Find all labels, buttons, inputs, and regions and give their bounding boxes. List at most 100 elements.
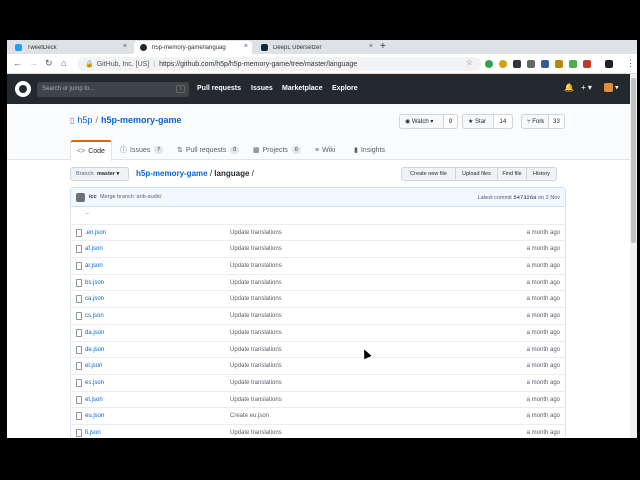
history-button[interactable]: History	[526, 167, 557, 181]
create-new-file-button[interactable]: Create new file	[401, 167, 456, 181]
extension-icon[interactable]	[555, 60, 563, 68]
parent-dir-link[interactable]: ..	[85, 209, 89, 216]
file-commit-message[interactable]: Update translations	[230, 330, 282, 336]
file-name-link[interactable]: .en.json	[85, 230, 106, 236]
watch-button[interactable]: ◉ Watch ▾	[399, 114, 444, 129]
tab-code[interactable]: <> Code	[70, 140, 112, 161]
extension-icon[interactable]	[569, 60, 577, 68]
file-name-link[interactable]: et.json	[85, 397, 103, 403]
commit-message[interactable]: Merge branch 'anb-audio'	[100, 194, 162, 200]
tab-issues[interactable]: ⓘ Issues 7	[120, 140, 164, 160]
file-name-link[interactable]: ca.json	[85, 296, 104, 302]
fork-button[interactable]: ⑂ Fork	[521, 114, 549, 129]
file-commit-message[interactable]: Update translations	[230, 246, 282, 252]
watch-count[interactable]: 9	[444, 114, 458, 129]
table-row[interactable]: cs.json Update translations a month ago	[71, 307, 565, 324]
file-name-link[interactable]: fi.json	[85, 430, 101, 436]
table-row[interactable]: es.json Update translations a month ago	[71, 373, 565, 391]
table-row-parent[interactable]: ..	[71, 207, 565, 224]
extension-icon[interactable]	[541, 60, 549, 68]
nav-pull-requests[interactable]: Pull requests	[197, 85, 241, 92]
nav-explore[interactable]: Explore	[332, 85, 358, 92]
repo-owner-link[interactable]: h5p	[77, 115, 92, 125]
table-row[interactable]: .en.json Update translations a month ago	[71, 223, 565, 241]
table-row[interactable]: el.json Update translations a month ago	[71, 357, 565, 374]
book-icon: ≡	[315, 146, 320, 154]
scrollbar-thumb[interactable]	[631, 78, 636, 243]
table-row[interactable]: eu.json Create eu.json a month ago	[71, 407, 565, 424]
tab-tweetdeck[interactable]: TweetDeck ×	[9, 41, 131, 54]
file-name-link[interactable]: ar.json	[85, 263, 103, 269]
file-commit-message[interactable]: Update translations	[230, 380, 282, 386]
file-name-link[interactable]: af.json	[85, 246, 103, 252]
bookmark-star-icon[interactable]: ☆	[466, 58, 473, 67]
home-icon[interactable]: ⌂	[61, 58, 66, 68]
fork-count[interactable]: 33	[549, 114, 565, 129]
user-avatar-menu[interactable]: ▾	[604, 83, 618, 92]
table-row[interactable]: et.json Update translations a month ago	[71, 390, 565, 408]
close-icon[interactable]: ×	[244, 43, 248, 50]
file-commit-message[interactable]: Update translations	[230, 430, 282, 436]
file-commit-message[interactable]: Update translations	[230, 347, 282, 353]
file-commit-message[interactable]: Update translations	[230, 363, 282, 369]
table-row[interactable]: af.json Update translations a month ago	[71, 240, 565, 257]
table-row[interactable]: ca.json Update translations a month ago	[71, 290, 565, 307]
file-commit-message[interactable]: Create eu.json	[230, 413, 269, 419]
tab-github[interactable]: h5p-memory-game/languag ×	[134, 41, 252, 54]
avatar[interactable]	[76, 193, 85, 202]
file-name-link[interactable]: el.json	[85, 363, 102, 369]
search-input[interactable]: Search or jump to... /	[37, 82, 189, 97]
upload-files-button[interactable]: Upload files	[455, 167, 498, 181]
back-icon[interactable]: ←	[13, 58, 22, 68]
file-commit-message[interactable]: Update translations	[230, 263, 282, 269]
find-file-button[interactable]: Find file	[497, 167, 527, 181]
github-logo-icon[interactable]	[15, 81, 31, 97]
file-commit-message[interactable]: Update translations	[230, 397, 282, 403]
extension-icon[interactable]	[605, 60, 613, 68]
extension-icon[interactable]	[527, 60, 535, 68]
repo-name-link[interactable]: h5p-memory-game	[101, 115, 182, 125]
star-count[interactable]: 14	[494, 114, 513, 129]
file-commit-message[interactable]: Update translations	[230, 230, 282, 236]
extension-icon[interactable]	[513, 60, 521, 68]
table-row[interactable]: fi.json Update translations a month ago	[71, 423, 565, 438]
extension-icon[interactable]	[499, 60, 507, 68]
extension-icon[interactable]	[485, 60, 493, 68]
nav-marketplace[interactable]: Marketplace	[282, 85, 322, 92]
file-name-link[interactable]: de.json	[85, 347, 104, 353]
tab-deepl[interactable]: DeepL Übersetzer ×	[255, 41, 377, 54]
close-icon[interactable]: ×	[369, 43, 373, 50]
tab-projects[interactable]: ▦ Projects 0	[253, 140, 301, 160]
new-tab-button[interactable]: +	[380, 41, 386, 52]
file-commit-message[interactable]: Update translations	[230, 280, 282, 286]
forward-icon[interactable]: →	[29, 58, 38, 68]
file-name-link[interactable]: cs.json	[85, 313, 104, 319]
notifications-bell-icon[interactable]: 🔔	[564, 83, 574, 92]
file-name-link[interactable]: bs.json	[85, 280, 104, 286]
file-name-link[interactable]: eu.json	[85, 413, 104, 419]
browser-menu-icon[interactable]: ⋮	[626, 58, 635, 69]
table-row[interactable]: ar.json Update translations a month ago	[71, 257, 565, 274]
table-row[interactable]: de.json Update translations a month ago	[71, 340, 565, 358]
file-commit-message[interactable]: Update translations	[230, 313, 282, 319]
table-row[interactable]: da.json Update translations a month ago	[71, 323, 565, 341]
address-bar[interactable]: 🔒 GitHub, Inc. [US] | https://github.com…	[77, 57, 481, 71]
extension-icon[interactable]	[583, 60, 591, 68]
table-row[interactable]: bs.json Update translations a month ago	[71, 273, 565, 291]
file-name-link[interactable]: da.json	[85, 330, 104, 336]
branch-select-button[interactable]: Branch: master ▾	[70, 167, 129, 181]
tab-wiki[interactable]: ≡ Wiki	[315, 140, 335, 160]
file-name-link[interactable]: es.json	[85, 380, 104, 386]
create-new-menu[interactable]: + ▾	[581, 83, 592, 92]
breadcrumb-repo-link[interactable]: h5p-memory-game	[136, 169, 208, 178]
close-icon[interactable]: ×	[123, 43, 127, 50]
nav-issues[interactable]: Issues	[251, 85, 273, 92]
page-scrollbar[interactable]	[630, 74, 637, 438]
star-button[interactable]: ★ Star	[462, 114, 494, 129]
tab-insights[interactable]: ▮ Insights	[354, 140, 385, 160]
tab-pull-requests[interactable]: ⇅ Pull requests 0	[177, 140, 240, 160]
reload-icon[interactable]: ↻	[45, 58, 53, 69]
commit-sha-link[interactable]: 547326a	[513, 194, 536, 201]
commit-author[interactable]: icc	[89, 194, 97, 200]
file-commit-message[interactable]: Update translations	[230, 296, 282, 302]
